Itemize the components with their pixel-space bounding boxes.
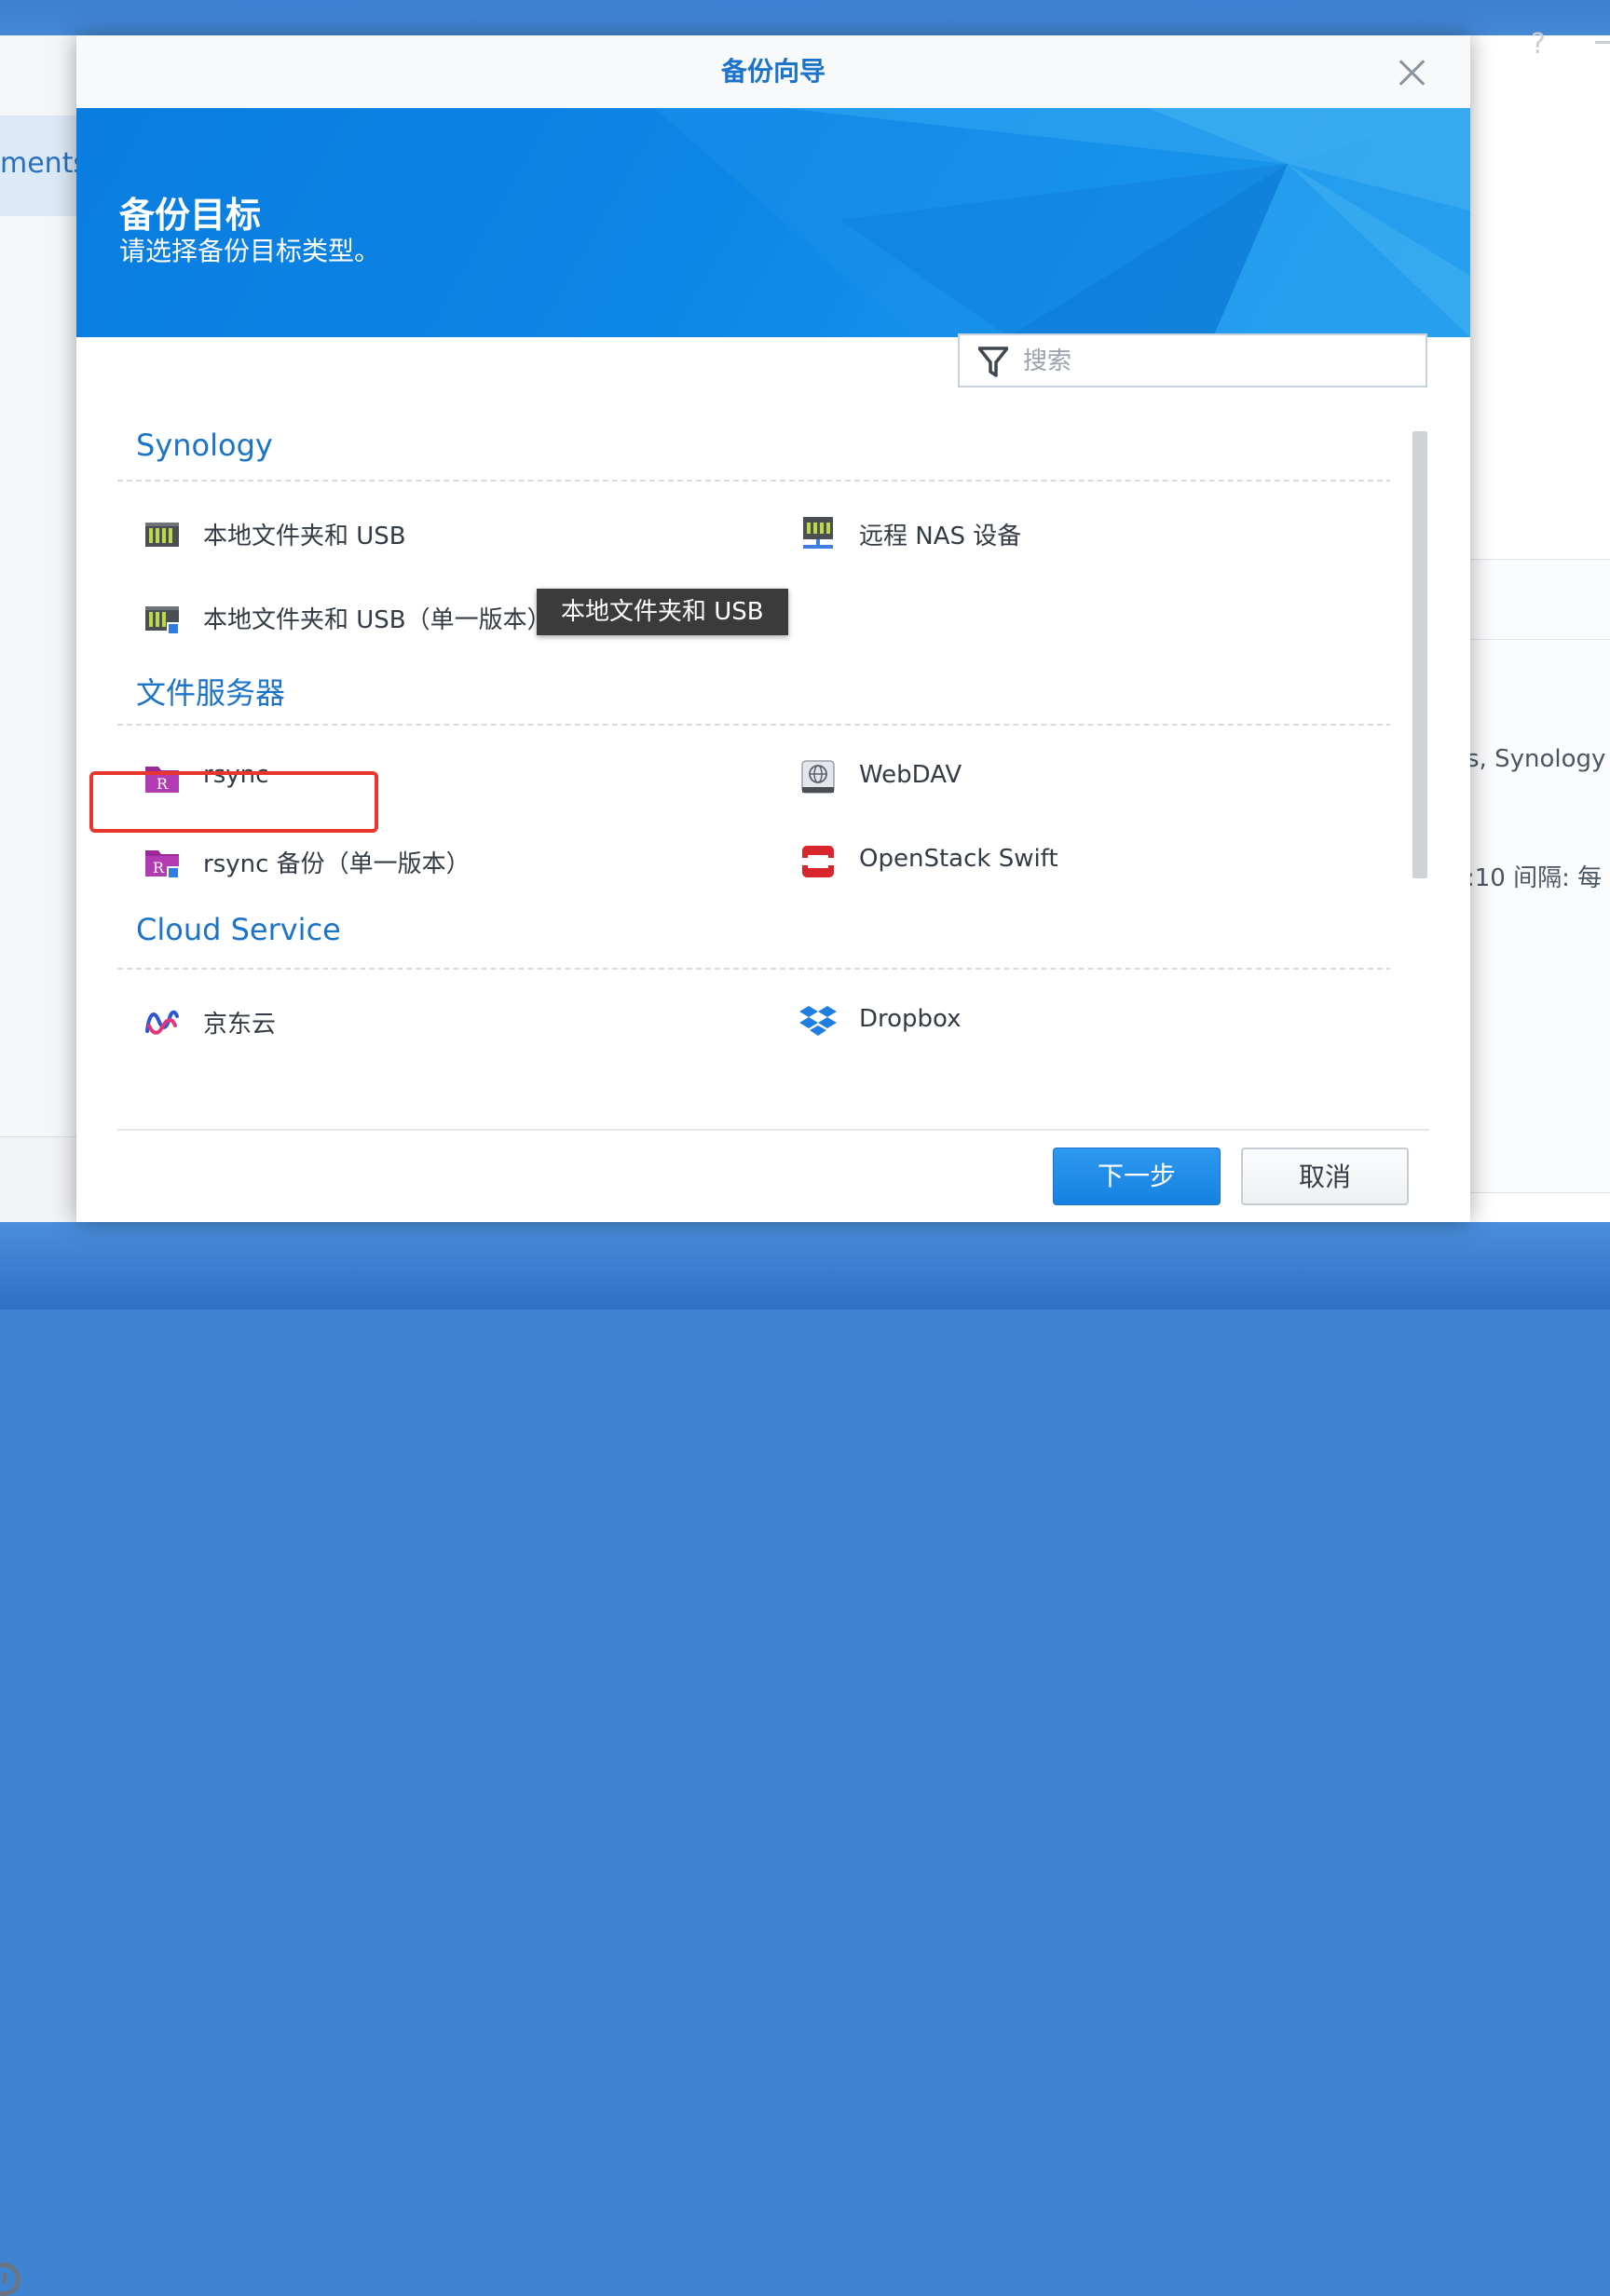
background-divider — [1470, 639, 1610, 640]
target-label: 远程 NAS 设备 — [859, 523, 1022, 550]
next-button[interactable]: 下一步 — [1053, 1148, 1221, 1205]
backup-target-list[interactable]: Synology 本地文件夹和 USB 远程 NAS 设备 本地文件夹和 USB… — [117, 394, 1390, 1117]
backup-wizard-dialog: 备份向导 备份目标 请选择备份目标类型。 Synology — [76, 35, 1470, 1222]
group-divider — [117, 724, 1390, 726]
background-sidebar: ments — [0, 35, 88, 2296]
target-label: OpenStack Swift — [859, 845, 1058, 873]
close-icon[interactable] — [1398, 58, 1427, 88]
filter-icon — [978, 346, 1008, 377]
target-label: rsync — [203, 761, 269, 789]
minimize-icon[interactable] — [1595, 41, 1610, 44]
banner-subtitle: 请选择备份目标类型。 — [119, 236, 381, 266]
search-input[interactable] — [1021, 343, 1416, 380]
banner-title: 备份目标 — [119, 195, 262, 236]
search-box[interactable] — [958, 333, 1427, 387]
background-sidebar-footer — [0, 1136, 76, 2296]
target-rsync-single-version[interactable]: R rsync 备份（单一版本） — [143, 832, 740, 891]
jdcloud-icon — [145, 1010, 179, 1035]
target-dropbox[interactable]: Dropbox — [799, 992, 1390, 1052]
svg-text:R: R — [153, 859, 165, 876]
target-label: rsync 备份（单一版本） — [203, 850, 471, 878]
svg-text:R: R — [157, 775, 169, 793]
footer-divider — [117, 1129, 1429, 1131]
group-title-synology: Synology — [136, 428, 273, 463]
rsync-icon: R — [145, 767, 179, 793]
local-storage-icon — [145, 523, 179, 547]
target-label: WebDAV — [859, 761, 962, 789]
background-detail-text: :10 间隔: 每 — [1467, 864, 1603, 892]
desktop-top-bar — [0, 0, 1610, 35]
item-tooltip: 本地文件夹和 USB — [537, 589, 788, 635]
target-local-folder-usb[interactable]: 本地文件夹和 USB — [143, 504, 740, 564]
openstack-icon — [802, 846, 834, 877]
group-divider — [117, 480, 1390, 482]
target-openstack-swift[interactable]: OpenStack Swift — [799, 832, 1390, 891]
target-label: 本地文件夹和 USB（单一版本） — [203, 606, 552, 634]
rsync-single-version-icon: R — [145, 850, 180, 879]
background-sidebar-label: ments — [0, 147, 89, 180]
remote-nas-icon — [803, 517, 833, 549]
dropbox-icon — [799, 1006, 837, 1036]
background-divider — [1470, 1192, 1610, 1193]
target-webdav[interactable]: WebDAV — [799, 748, 1390, 808]
banner-background-graphic — [654, 108, 1470, 337]
desktop-taskbar — [0, 1222, 1610, 1310]
target-remote-nas[interactable]: 远程 NAS 设备 — [799, 504, 1390, 564]
local-storage-single-version-icon — [145, 606, 180, 635]
clock-icon[interactable] — [0, 2262, 20, 2296]
dialog-titlebar[interactable]: 备份向导 — [76, 35, 1470, 109]
help-icon[interactable]: ? — [1531, 28, 1546, 61]
target-rsync[interactable]: R rsync — [143, 748, 740, 808]
webdav-icon — [801, 760, 835, 794]
target-label: 京东云 — [203, 1011, 277, 1039]
target-jdcloud[interactable]: 京东云 — [143, 992, 740, 1052]
list-scrollbar[interactable] — [1412, 431, 1427, 878]
target-label: 本地文件夹和 USB — [203, 523, 406, 550]
target-label: Dropbox — [859, 1005, 962, 1033]
cancel-button[interactable]: 取消 — [1241, 1148, 1409, 1205]
group-title-file-server: 文件服务器 — [136, 675, 286, 711]
wizard-banner: 备份目标 请选择备份目标类型。 — [76, 108, 1470, 337]
group-divider — [117, 968, 1390, 970]
dialog-title: 备份向导 — [720, 56, 825, 87]
background-detail-text: s, Synology — [1467, 745, 1606, 773]
group-title-cloud-service: Cloud Service — [136, 912, 341, 947]
